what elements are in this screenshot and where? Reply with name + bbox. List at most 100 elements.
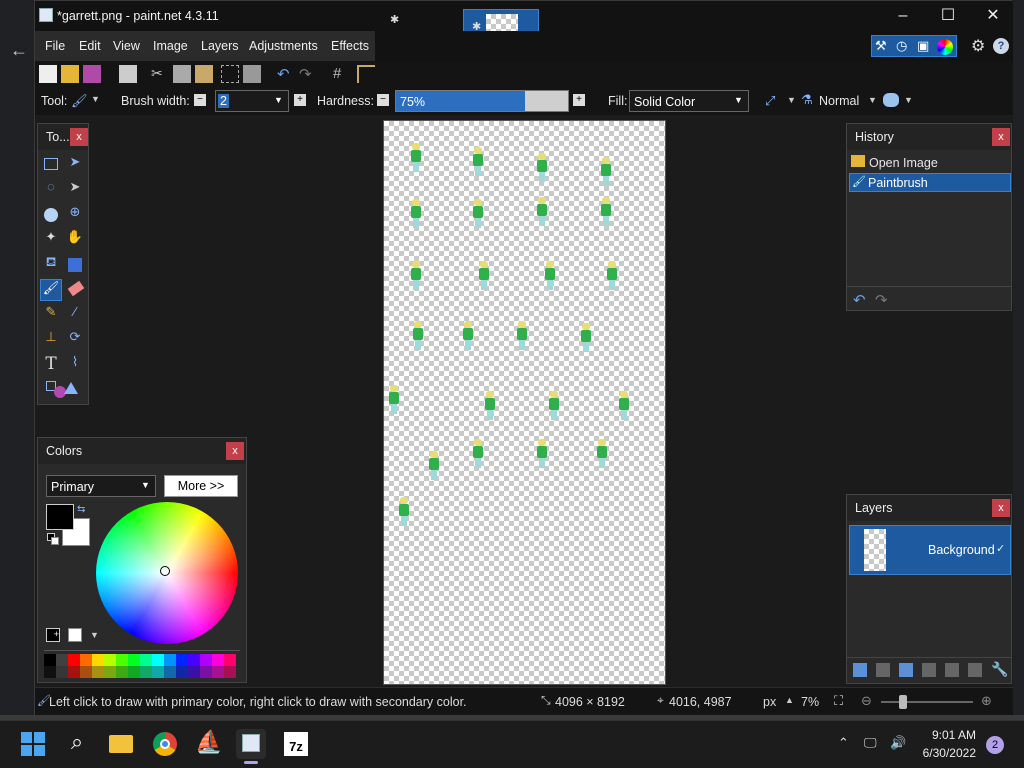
menu-layers[interactable]: Layers [201, 39, 239, 53]
ruler-icon[interactable] [357, 65, 375, 83]
palette-swatch-light[interactable] [56, 666, 68, 678]
zoom-slider-thumb[interactable] [899, 695, 907, 709]
palette-swatch[interactable] [140, 654, 152, 666]
palette-swatch-light[interactable] [92, 666, 104, 678]
close-icon[interactable]: x [70, 128, 88, 146]
text-icon[interactable]: T [40, 354, 62, 376]
network-icon[interactable]: 🖵 [864, 735, 877, 751]
paint-bucket-icon[interactable]: ⛾ [40, 254, 62, 276]
pencil-icon[interactable]: ✎ [40, 304, 62, 326]
image-canvas[interactable] [383, 120, 666, 685]
palette-menu-icon[interactable] [68, 628, 82, 642]
palette-swatch[interactable] [188, 654, 200, 666]
menu-effects[interactable]: Effects [331, 39, 369, 53]
reset-colors-icon[interactable] [47, 533, 59, 545]
palette-swatch[interactable] [128, 654, 140, 666]
zoom-slider[interactable] [881, 695, 973, 709]
color-mode-dropdown[interactable]: Primary ▼ [46, 475, 156, 497]
color-wheel-picker[interactable] [160, 566, 170, 576]
palette-swatch[interactable] [152, 654, 164, 666]
file-explorer-icon[interactable] [106, 729, 136, 759]
eraser-icon[interactable] [67, 280, 85, 297]
chevron-down-icon[interactable]: ▼ [868, 95, 877, 105]
close-button[interactable]: ✕ [978, 5, 1008, 27]
move-selection-icon[interactable]: ➤ [64, 179, 86, 201]
chrome-icon[interactable] [150, 729, 180, 759]
palette-swatch-light[interactable] [104, 666, 116, 678]
color-wheel[interactable] [96, 502, 238, 644]
palette-swatch-light[interactable] [44, 666, 56, 678]
menu-file[interactable]: File [45, 39, 65, 53]
palette-swatch-light[interactable] [152, 666, 164, 678]
move-layer-down-icon[interactable] [968, 663, 982, 677]
palette-swatch[interactable] [116, 654, 128, 666]
palette-swatch-light[interactable] [164, 666, 176, 678]
brush-width-increase-button[interactable]: + [294, 94, 306, 106]
chevron-down-icon[interactable]: ▼ [787, 95, 796, 105]
help-icon[interactable]: ? [993, 38, 1009, 54]
paintbrush-icon[interactable]: 🖌 [40, 279, 62, 301]
menu-adjustments[interactable]: Adjustments [249, 39, 318, 53]
chevron-up-icon[interactable]: ⌃ [838, 735, 849, 751]
palette-swatch-light[interactable] [128, 666, 140, 678]
windows-start-icon[interactable] [18, 729, 48, 759]
7zip-icon[interactable]: 7z [284, 732, 308, 756]
zoom-in-icon[interactable]: ⊕ [981, 693, 992, 709]
hardness-decrease-button[interactable]: − [377, 94, 389, 106]
paintbrush-tool-icon[interactable]: 🖌 [71, 93, 88, 109]
move-layer-up-icon[interactable] [945, 663, 959, 677]
palette-swatch-light[interactable] [116, 666, 128, 678]
delete-layer-icon[interactable] [876, 663, 890, 677]
palette-swatch[interactable] [212, 654, 224, 666]
layers-window-icon[interactable]: ▣ [917, 38, 935, 56]
palette-swatch[interactable] [56, 654, 68, 666]
paintnet-taskbar-icon[interactable] [236, 729, 266, 764]
zoom-out-icon[interactable]: ⊖ [861, 693, 872, 709]
add-layer-icon[interactable] [853, 663, 867, 677]
line-curve-icon[interactable]: ⌇ [64, 354, 86, 376]
rectangle-select-icon[interactable] [44, 158, 58, 170]
lasso-select-icon[interactable]: ◌ [40, 179, 62, 201]
deselect-icon[interactable] [243, 65, 261, 83]
palette-swatch[interactable] [80, 654, 92, 666]
brush-width-input[interactable]: 2 ▼ [215, 90, 289, 112]
shapes-icon[interactable] [46, 379, 80, 401]
cut-icon[interactable]: ✂ [151, 65, 169, 83]
palette-swatch-light[interactable] [188, 666, 200, 678]
palette-swatch-light[interactable] [224, 666, 236, 678]
palette-swatch-light[interactable] [200, 666, 212, 678]
palette-swatch-light[interactable] [140, 666, 152, 678]
palette-swatch[interactable] [104, 654, 116, 666]
close-icon[interactable]: x [992, 128, 1010, 146]
open-folder-icon[interactable] [61, 65, 79, 83]
chevron-down-icon[interactable]: ▼ [91, 94, 100, 104]
close-icon[interactable]: x [992, 499, 1010, 517]
tools-window-icon[interactable]: ⚒ [875, 38, 893, 56]
colors-window-icon[interactable] [937, 39, 953, 55]
hardness-slider[interactable]: 75% [395, 90, 569, 112]
close-icon[interactable]: x [226, 442, 244, 460]
palette-swatch[interactable] [68, 654, 80, 666]
ellipse-select-icon[interactable] [44, 208, 58, 222]
copy-icon[interactable] [173, 65, 191, 83]
palette-swatch-light[interactable] [176, 666, 188, 678]
history-window-icon[interactable]: ◷ [896, 38, 914, 56]
palette-swatch-light[interactable] [212, 666, 224, 678]
crop-to-selection-icon[interactable] [221, 65, 239, 83]
new-image-icon[interactable] [39, 65, 57, 83]
redo-icon[interactable]: ↷ [875, 291, 888, 309]
clock-time[interactable]: 9:01 AM [930, 728, 976, 742]
paste-icon[interactable] [195, 65, 213, 83]
selection-mode-icon[interactable] [883, 93, 899, 107]
move-selected-icon[interactable]: ➤ [64, 154, 86, 176]
layer-properties-icon[interactable]: 🔧 [991, 661, 1008, 678]
swap-colors-icon[interactable]: ⇆ [77, 504, 85, 515]
palette-swatch[interactable] [200, 654, 212, 666]
more-colors-button[interactable]: More >> [164, 475, 238, 497]
minimize-button[interactable]: – [888, 5, 918, 27]
menu-image[interactable]: Image [153, 39, 188, 53]
settings-gear-icon[interactable]: ⚙ [971, 36, 985, 56]
recolor-icon[interactable]: ⟳ [64, 329, 86, 351]
app-wing-icon[interactable]: ⛵ [194, 729, 224, 759]
zoom-icon[interactable]: ⊕ [64, 204, 86, 226]
